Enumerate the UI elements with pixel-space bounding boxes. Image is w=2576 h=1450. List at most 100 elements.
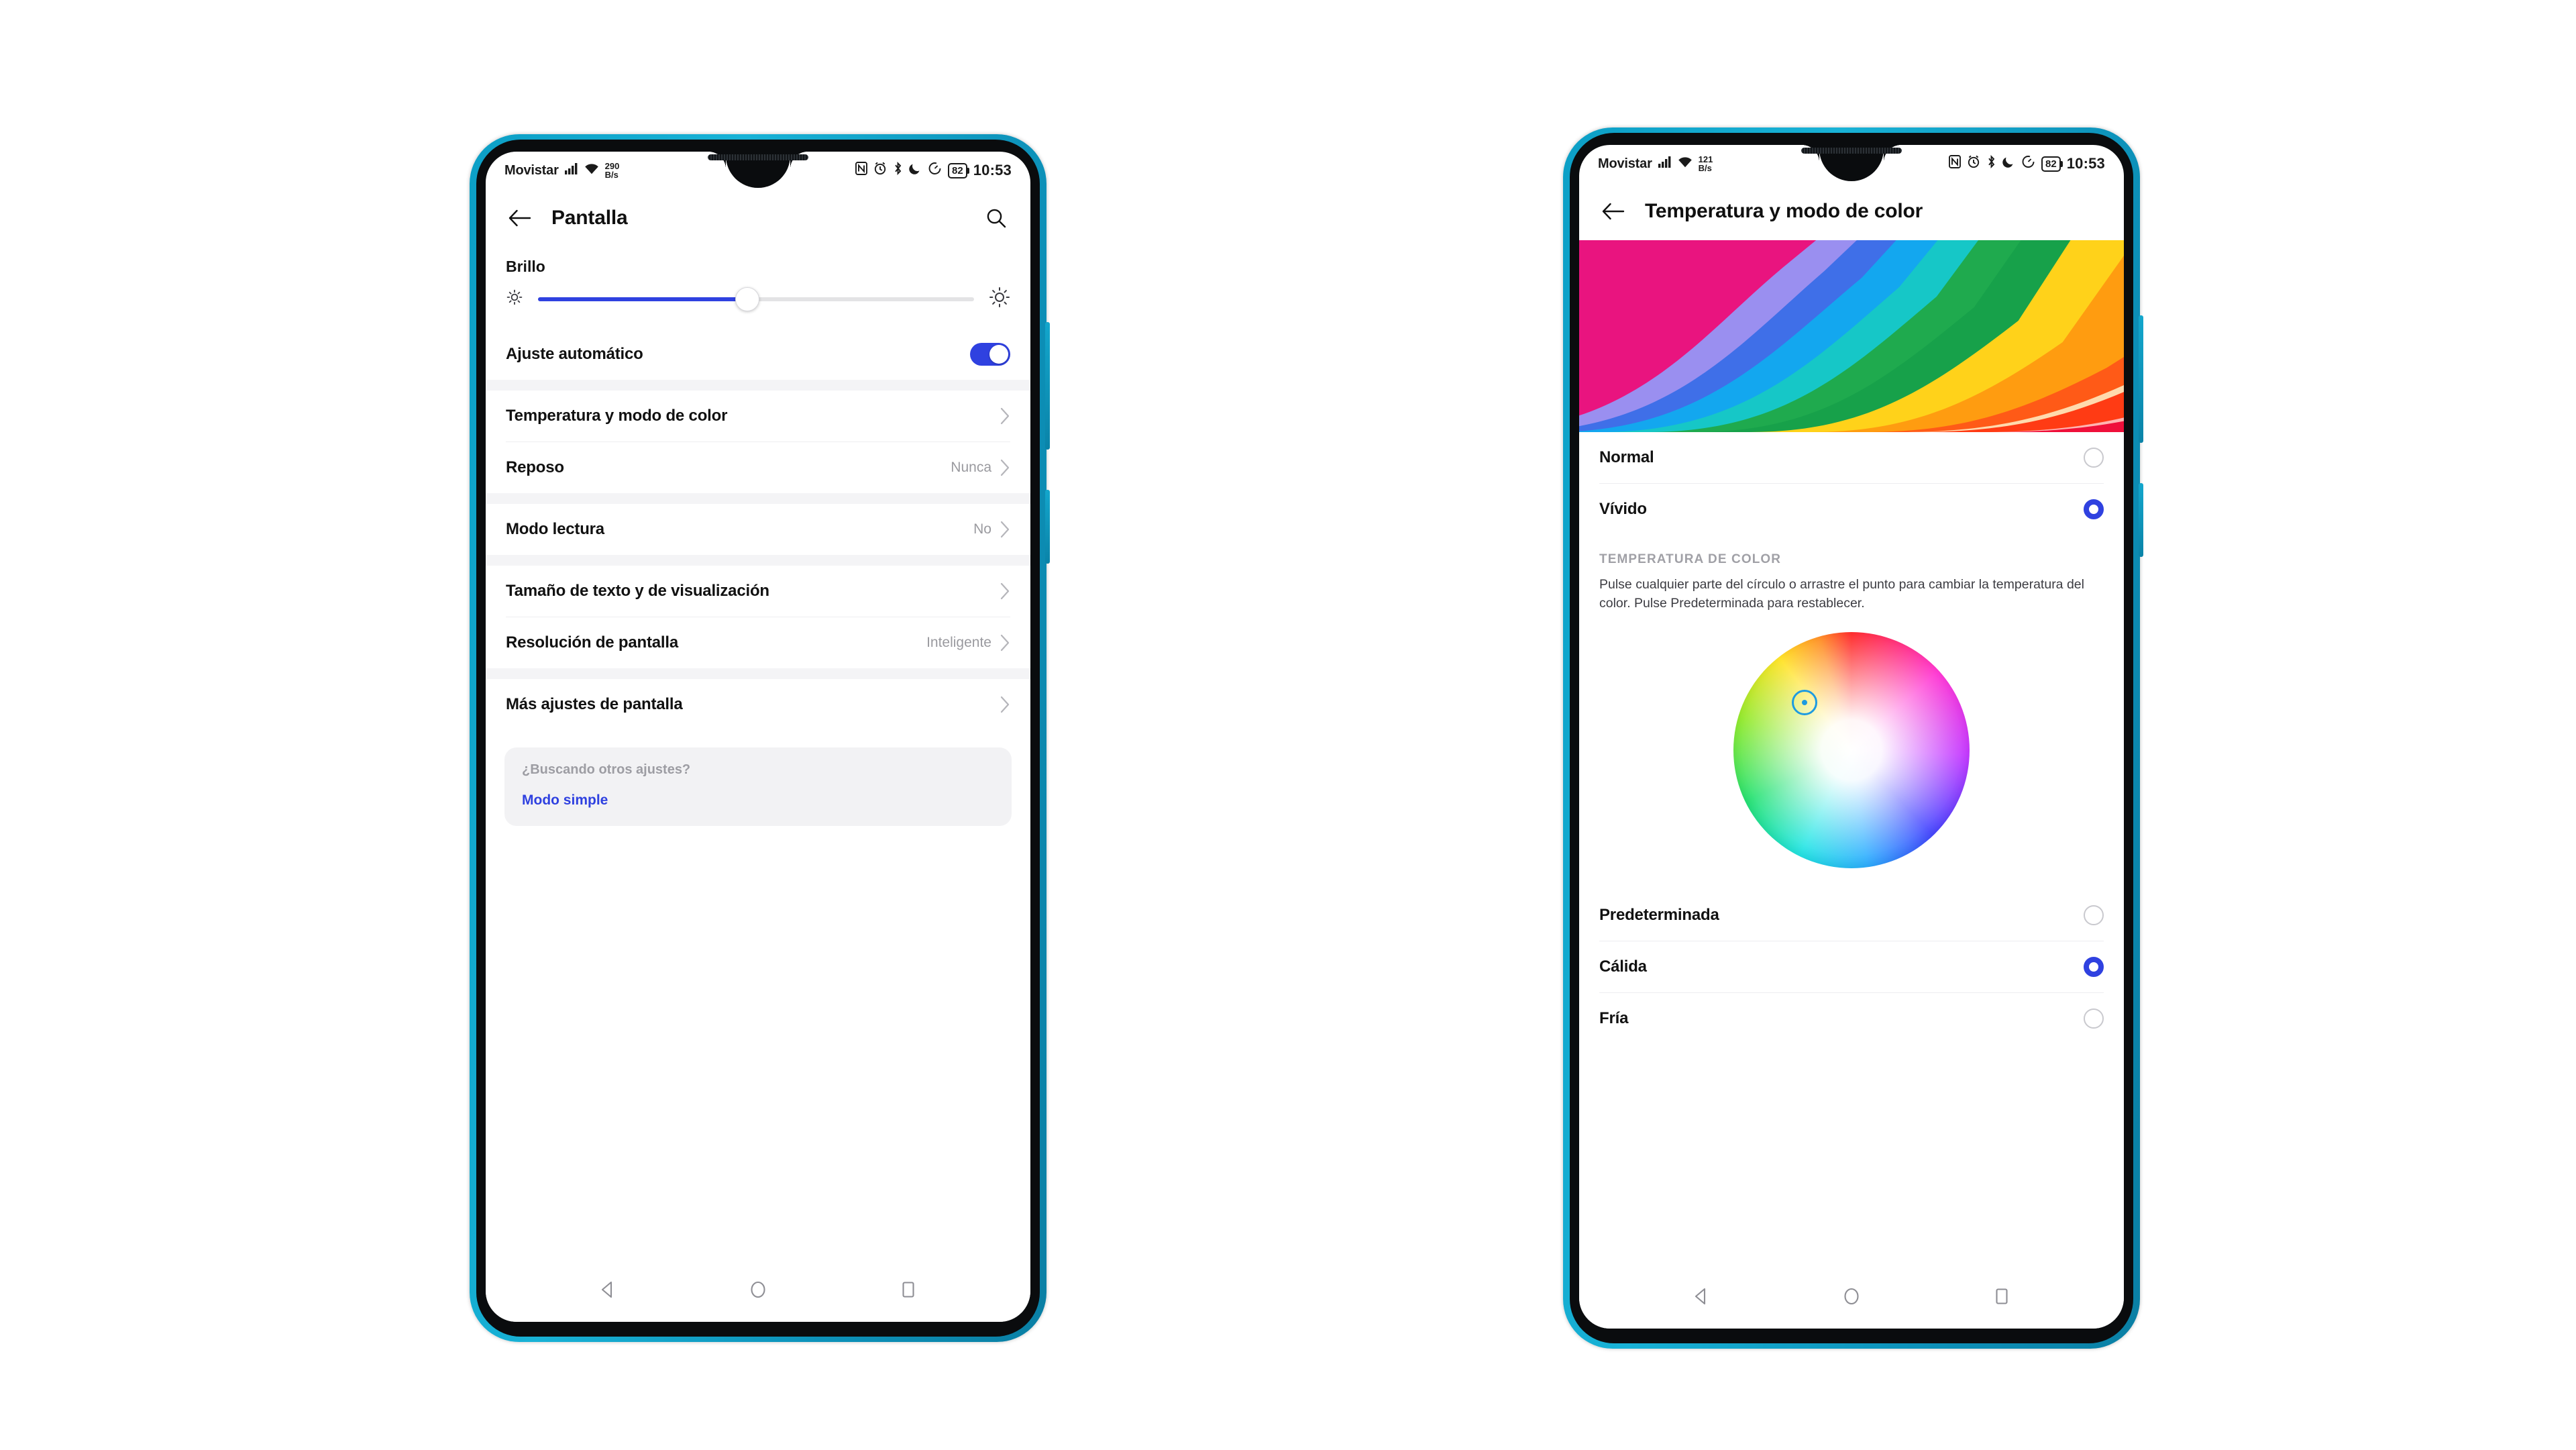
radio-vivido[interactable] [2084, 499, 2104, 519]
settings-group: Más ajustes de pantalla [486, 679, 1030, 730]
row-fria[interactable]: Fría [1579, 992, 2124, 1044]
color-wheel-selector[interactable] [1791, 690, 1817, 716]
row-label: Ajuste automático [506, 345, 643, 363]
row-resolucion-de-pantalla[interactable]: Resolución de pantalla Inteligente [486, 617, 1030, 668]
data-saver-icon [2021, 155, 2035, 172]
row-auto-brightness[interactable]: Ajuste automático [486, 329, 1030, 380]
app-bar: Pantalla [486, 189, 1030, 247]
radio-predeterminada[interactable] [2084, 904, 2104, 925]
nav-home-icon[interactable] [1841, 1286, 1862, 1310]
chevron-right-icon [1000, 459, 1010, 476]
color-mode-group: Normal Vívido [1579, 432, 2124, 535]
color-mode-content: Normal Vívido TEMPERATURA DE COLOR Pulse… [1579, 432, 2124, 1044]
brightness-slider-row[interactable] [486, 280, 1030, 329]
brightness-fill [538, 297, 747, 301]
row-label: Fría [1599, 1008, 1629, 1027]
nfc-icon [855, 162, 867, 179]
battery-icon: 82 [948, 162, 969, 178]
radio-calida[interactable] [2084, 956, 2104, 977]
wifi-icon [1678, 156, 1693, 172]
modo-simple-link[interactable]: Modo simple [522, 792, 994, 809]
battery-icon: 82 [2041, 156, 2063, 172]
data-rate: 121 B/s [1698, 154, 1713, 173]
rainbow-banner-image [1579, 240, 2124, 432]
settings-group: Tamaño de texto y de visualización Resol… [486, 566, 1030, 668]
row-modo-lectura[interactable]: Modo lectura No [486, 504, 1030, 555]
row-calida[interactable]: Cálida [1579, 941, 2124, 992]
color-wheel-wrapper [1579, 613, 2124, 890]
page-title: Pantalla [551, 207, 628, 229]
row-temperatura-y-modo-de-color[interactable]: Temperatura y modo de color [486, 391, 1030, 442]
nfc-icon [1949, 155, 1961, 172]
phone-left: Movistar 290 B/s 82 10:53 Pantalla Brill… [470, 134, 1050, 1342]
bluetooth-icon [1986, 155, 1996, 172]
clock: 10:53 [2066, 155, 2105, 172]
chevron-right-icon [1000, 582, 1010, 600]
back-arrow-icon[interactable] [506, 204, 534, 232]
brightness-track[interactable] [538, 287, 974, 311]
alarm-icon [1967, 155, 1980, 172]
row-reposo[interactable]: Reposo Nunca [486, 442, 1030, 493]
group-gap [486, 380, 1030, 391]
row-tamano-de-texto[interactable]: Tamaño de texto y de visualización [486, 566, 1030, 617]
auto-brightness-toggle[interactable] [970, 343, 1010, 366]
row-normal[interactable]: Normal [1579, 432, 2124, 483]
color-wheel[interactable] [1733, 631, 1970, 868]
color-wheel-disc[interactable] [1733, 631, 1970, 868]
power-button[interactable] [2139, 483, 2143, 557]
data-rate: 290 B/s [604, 160, 620, 180]
toggle-knob [989, 345, 1008, 364]
row-label: Temperatura y modo de color [506, 407, 728, 425]
temperature-section-description: Pulse cualquier parte del círculo o arra… [1599, 577, 2084, 611]
nav-home-icon[interactable] [748, 1280, 768, 1303]
brightness-low-icon [506, 289, 523, 309]
search-icon[interactable] [982, 204, 1010, 232]
nav-back-icon[interactable] [1691, 1286, 1711, 1310]
promo-card: ¿Buscando otros ajustes? Modo simple [504, 747, 1012, 826]
row-predeterminada[interactable]: Predeterminada [1579, 889, 2124, 941]
carrier-label: Movistar [1598, 156, 1652, 171]
row-label: Más ajustes de pantalla [506, 695, 683, 713]
navigation-bar [1579, 1267, 2124, 1329]
brightness-high-icon [989, 287, 1010, 311]
row-mas-ajustes-de-pantalla[interactable]: Más ajustes de pantalla [486, 679, 1030, 730]
phone-screen-left: Movistar 290 B/s 82 10:53 Pantalla Brill… [486, 152, 1030, 1322]
row-label: Predeterminada [1599, 905, 1719, 924]
row-value: No [973, 521, 991, 537]
chevron-right-icon [1000, 696, 1010, 713]
clock: 10:53 [973, 162, 1012, 178]
signal-icon [1658, 156, 1672, 172]
brightness-thumb[interactable] [735, 287, 759, 311]
volume-button[interactable] [1045, 322, 1050, 450]
chevron-right-icon [1000, 634, 1010, 652]
radio-normal[interactable] [2084, 448, 2104, 468]
wifi-icon [584, 162, 599, 178]
settings-content: Brillo Ajuste automático Temperatura y m… [486, 247, 1030, 826]
promo-question: ¿Buscando otros ajustes? [522, 762, 691, 777]
navigation-bar [486, 1260, 1030, 1322]
temperature-options-group: Predeterminada Cálida Fría [1579, 889, 2124, 1044]
row-label: Resolución de pantalla [506, 633, 678, 652]
phone-right: Movistar 121 B/s 82 10:53 Temperatura y … [1563, 127, 2143, 1349]
row-label: Reposo [506, 458, 564, 476]
row-vivido[interactable]: Vívido [1579, 484, 2124, 535]
volume-button[interactable] [2139, 315, 2143, 443]
row-label: Tamaño de texto y de visualización [506, 582, 769, 600]
row-label: Normal [1599, 448, 1654, 466]
nav-back-icon[interactable] [598, 1280, 618, 1303]
radio-fria[interactable] [2084, 1008, 2104, 1029]
alarm-icon [873, 162, 887, 179]
nav-recents-icon[interactable] [898, 1280, 918, 1303]
chevron-right-icon [1000, 407, 1010, 425]
row-label: Vívido [1599, 500, 1647, 518]
row-label: Modo lectura [506, 520, 604, 538]
group-gap [486, 555, 1030, 566]
page-title: Temperatura y modo de color [1645, 200, 1923, 222]
chevron-right-icon [1000, 521, 1010, 538]
nav-recents-icon[interactable] [1992, 1286, 2012, 1310]
back-arrow-icon[interactable] [1599, 197, 1627, 225]
status-bar: Movistar 121 B/s 82 10:53 [1579, 145, 2124, 183]
group-gap [486, 493, 1030, 504]
power-button[interactable] [1045, 490, 1050, 564]
settings-group: Temperatura y modo de color Reposo Nunca [486, 391, 1030, 493]
